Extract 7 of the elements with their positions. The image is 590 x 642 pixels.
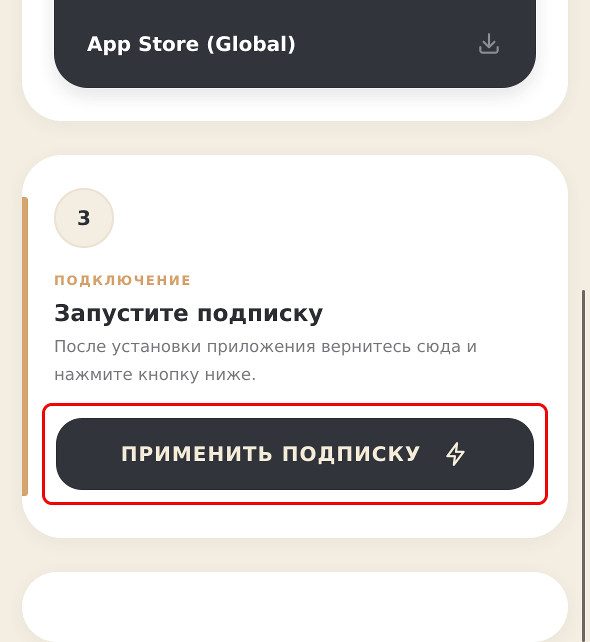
download-icon bbox=[476, 31, 502, 57]
apply-subscription-button[interactable]: ПРИМЕНИТЬ ПОДПИСКУ bbox=[56, 418, 534, 490]
app-store-button[interactable]: App Store (Global) bbox=[54, 0, 536, 88]
step-eyebrow: ПОДКЛЮЧЕНИЕ bbox=[54, 274, 193, 289]
step-description: После установки приложения вернитесь сюда и нажмите кнопку ниже. bbox=[54, 336, 478, 386]
step-title: Запустите подписку bbox=[54, 301, 324, 327]
step-number: 3 bbox=[54, 188, 114, 248]
